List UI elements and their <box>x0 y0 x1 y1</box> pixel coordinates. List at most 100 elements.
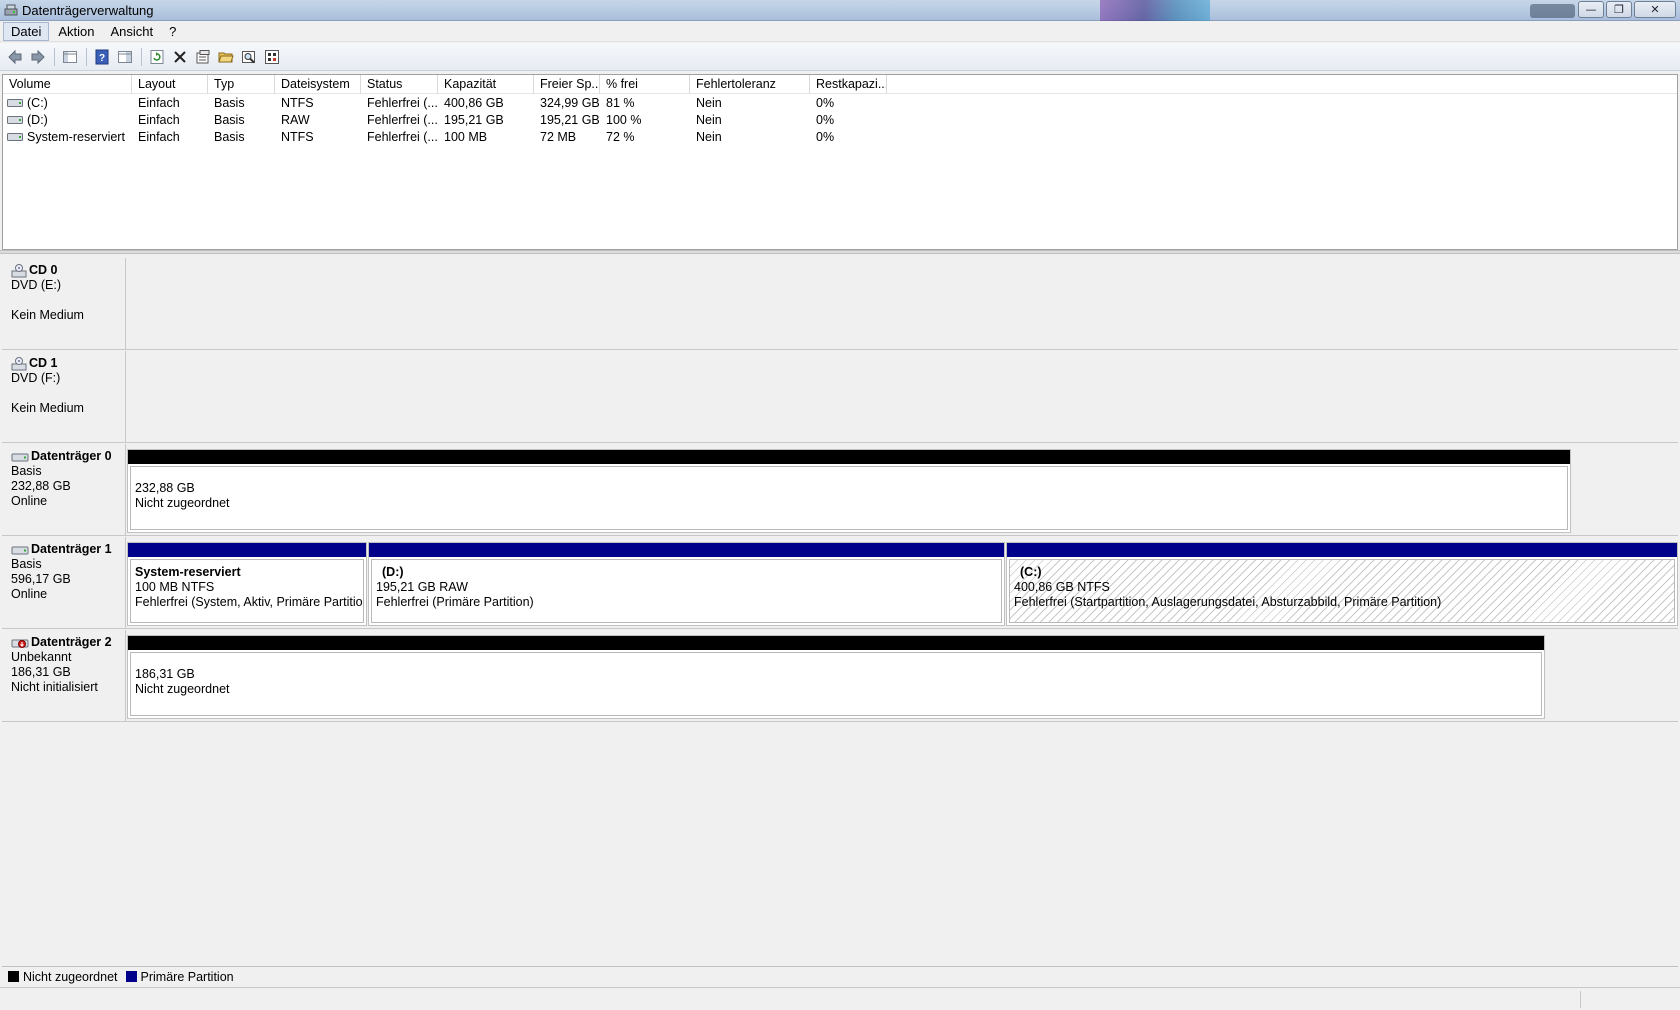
disk-name: Datenträger 0 <box>31 449 112 463</box>
disk-status: Online <box>11 494 48 508</box>
status-cell: Fehlerfrei (... <box>367 129 438 144</box>
partition-info: 400,86 GB NTFS <box>1014 580 1110 594</box>
volume-name: (D:) <box>27 112 48 127</box>
column-header-typ[interactable]: Typ <box>208 75 275 93</box>
disk-type: Unbekannt <box>11 650 72 664</box>
partition-system-reserved[interactable]: System-reserviert 100 MB NTFS Fehlerfrei… <box>127 542 367 626</box>
volume-list: Volume Layout Typ Dateisystem Status Kap… <box>2 74 1678 250</box>
partition-info: 100 MB NTFS <box>135 580 215 594</box>
volume-row[interactable]: (D:) Einfach Basis RAW Fehlerfrei (... 1… <box>3 111 1677 128</box>
open-folder-icon <box>218 52 234 62</box>
column-header-layout[interactable]: Layout <box>132 75 208 93</box>
disk-name: CD 0 <box>29 263 58 277</box>
column-header-restkapazitaet[interactable]: Restkapazi... <box>810 75 887 93</box>
delete-button[interactable] <box>169 46 191 68</box>
legend-swatch-unallocated <box>8 971 19 982</box>
settings-button[interactable] <box>261 46 283 68</box>
forward-button[interactable] <box>27 46 49 68</box>
help-button[interactable]: ? <box>91 46 113 68</box>
cd-drive-icon <box>11 356 27 370</box>
delete-icon <box>174 50 186 63</box>
percent-free-cell: 81 % <box>606 95 635 110</box>
disk-row-cd0: CD 0 DVD (E:) Kein Medium <box>2 258 1678 350</box>
back-button[interactable] <box>4 46 26 68</box>
disk-body-disk0: 232,88 GB Nicht zugeordnet <box>126 444 1678 536</box>
status-bar <box>0 987 1680 1010</box>
unallocated-region[interactable]: 232,88 GB Nicht zugeordnet <box>127 449 1571 533</box>
volume-name: System-reserviert <box>27 129 125 144</box>
disk-body-disk1: System-reserviert 100 MB NTFS Fehlerfrei… <box>126 537 1678 629</box>
properties-view-button[interactable] <box>114 46 136 68</box>
status-cell: Fehlerfrei (... <box>367 112 438 127</box>
typ-cell: Basis <box>214 129 245 144</box>
capacity-cell: 100 MB <box>444 129 488 144</box>
search-icon <box>242 50 255 63</box>
capacity-cell: 195,21 GB <box>444 112 504 127</box>
disk-row-disk0: Datenträger 0 Basis 232,88 GB Online 232… <box>2 444 1678 536</box>
fault-tolerance-cell: Nein <box>696 112 722 127</box>
disk-name: Datenträger 1 <box>31 542 112 556</box>
column-header-freier-speicher[interactable]: Freier Sp... <box>534 75 600 93</box>
unallocated-label: Nicht zugeordnet <box>135 496 230 510</box>
close-button[interactable]: ✕ <box>1634 1 1676 18</box>
disk-label-cd1[interactable]: CD 1 DVD (F:) Kein Medium <box>2 351 126 443</box>
disk-type: Basis <box>11 464 42 478</box>
column-header-status[interactable]: Status <box>361 75 438 93</box>
refresh-icon <box>150 49 164 64</box>
column-header-kapazitaet[interactable]: Kapazität <box>438 75 534 93</box>
unallocated-box: 186,31 GB Nicht zugeordnet <box>130 652 1542 716</box>
pane-splitter[interactable] <box>0 250 1680 254</box>
refresh-button[interactable] <box>146 46 168 68</box>
maximize-button[interactable]: ❐ <box>1606 1 1632 18</box>
toolbar-separator <box>141 47 142 66</box>
disk-label-disk2[interactable]: Datenträger 2 Unbekannt 186,31 GB Nicht … <box>2 630 126 722</box>
partition-d[interactable]: (D:) 195,21 GB RAW Fehlerfrei (Primäre P… <box>368 542 1005 626</box>
drive-icon <box>7 132 23 141</box>
menu-datei[interactable]: Datei <box>3 21 50 41</box>
disk-label-cd0[interactable]: CD 0 DVD (E:) Kein Medium <box>2 258 126 350</box>
column-header-volume[interactable]: Volume <box>3 75 132 93</box>
column-header-fehlertoleranz[interactable]: Fehlertoleranz <box>690 75 810 93</box>
menu-help[interactable]: ? <box>162 23 183 40</box>
primary-partition-bar <box>128 543 366 557</box>
typ-cell: Basis <box>214 112 245 127</box>
volume-row[interactable]: System-reserviert Einfach Basis NTFS Feh… <box>3 128 1677 145</box>
partition-info: 195,21 GB RAW <box>376 580 468 594</box>
primary-partition-bar <box>1007 543 1677 557</box>
partition-status: Fehlerfrei (Primäre Partition) <box>376 595 534 609</box>
disk-label-disk0[interactable]: Datenträger 0 Basis 232,88 GB Online <box>2 444 126 536</box>
properties-button[interactable] <box>192 46 214 68</box>
partition-c[interactable]: (C:) 400,86 GB NTFS Fehlerfrei (Startpar… <box>1006 542 1678 626</box>
drive-icon <box>7 115 23 124</box>
show-hide-console-tree-button[interactable] <box>59 46 81 68</box>
unallocated-size: 186,31 GB <box>135 667 195 681</box>
explore-button[interactable] <box>238 46 260 68</box>
disk-name: Datenträger 2 <box>31 635 112 649</box>
unallocated-size: 232,88 GB <box>135 481 195 495</box>
fault-tolerance-cell: Nein <box>696 95 722 110</box>
dateisystem-cell: NTFS <box>281 95 314 110</box>
open-button[interactable] <box>215 46 237 68</box>
partition-name: (D:) <box>382 565 404 579</box>
column-header-prozent-frei[interactable]: % frei <box>600 75 690 93</box>
unallocated-region[interactable]: 186,31 GB Nicht zugeordnet <box>127 635 1545 719</box>
free-space-cell: 195,21 GB <box>540 112 600 127</box>
menu-ansicht[interactable]: Ansicht <box>104 23 161 40</box>
minimize-button[interactable]: — <box>1578 1 1604 18</box>
disk-graphical-view: CD 0 DVD (E:) Kein Medium CD 1 DVD (F:) … <box>0 256 1680 966</box>
disk-body-cd1 <box>126 351 1678 443</box>
title-bar-background-art-2 <box>1530 4 1575 18</box>
volume-row[interactable]: (C:) Einfach Basis NTFS Fehlerfrei (... … <box>3 94 1677 111</box>
menu-aktion[interactable]: Aktion <box>51 23 101 40</box>
close-icon: ✕ <box>1650 3 1660 16</box>
restore-icon: ❐ <box>1614 3 1624 16</box>
column-header-dateisystem[interactable]: Dateisystem <box>275 75 361 93</box>
percent-free-cell: 72 % <box>606 129 635 144</box>
disk-status: Nicht initialisiert <box>11 680 98 694</box>
disk-label-disk1[interactable]: Datenträger 1 Basis 596,17 GB Online <box>2 537 126 629</box>
overhead-cell: 0% <box>816 129 835 144</box>
disk-size: 232,88 GB <box>11 479 71 493</box>
partition-status: Fehlerfrei (System, Aktiv, Primäre Parti… <box>135 595 364 609</box>
free-space-cell: 72 MB <box>540 129 577 144</box>
typ-cell: Basis <box>214 95 245 110</box>
